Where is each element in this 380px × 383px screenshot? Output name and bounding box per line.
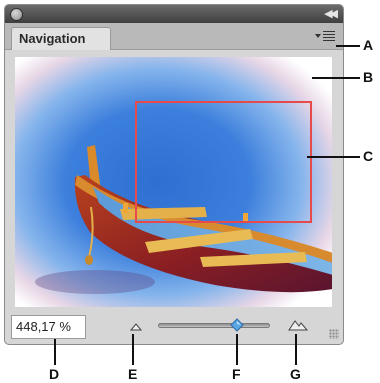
callout-label-g: G — [290, 366, 301, 382]
tab-navigation[interactable]: Navigation — [11, 27, 111, 50]
callout-label-d: D — [49, 366, 60, 382]
callout-line-f — [236, 334, 238, 365]
navigator-panel: ◀◀ Navigation 448,17 % — [4, 4, 344, 345]
small-mountain-icon[interactable] — [130, 322, 142, 331]
callout-line-g — [295, 334, 297, 365]
callout-line-b — [312, 77, 360, 79]
double-arrow-icon[interactable]: ◀◀ — [324, 7, 338, 20]
callout-label-c: C — [363, 148, 374, 164]
zoom-slider-track[interactable] — [158, 323, 270, 328]
panel-titlebar[interactable]: ◀◀ — [5, 5, 343, 23]
callout-line-c — [307, 156, 360, 158]
callout-line-e — [132, 334, 134, 365]
callout-label-a: A — [363, 37, 374, 53]
view-area-box[interactable] — [135, 101, 312, 223]
zoom-input[interactable]: 448,17 % — [11, 315, 86, 339]
callout-line-a — [336, 45, 360, 47]
zoom-slider-thumb[interactable] — [230, 318, 244, 332]
panel-menu-icon[interactable] — [315, 28, 337, 44]
callout-line-d — [54, 339, 56, 365]
resize-grip-icon[interactable] — [329, 329, 339, 339]
menu-lines-icon — [323, 31, 335, 43]
callout-label-b: B — [363, 69, 374, 85]
callout-label-f: F — [232, 366, 241, 382]
panel-tabbar: Navigation — [5, 23, 343, 50]
large-mountain-icon[interactable] — [288, 318, 308, 331]
callout-label-e: E — [128, 366, 138, 382]
menu-triangle-icon — [315, 34, 321, 38]
close-icon[interactable] — [10, 8, 23, 21]
image-thumbnail[interactable] — [15, 57, 332, 307]
